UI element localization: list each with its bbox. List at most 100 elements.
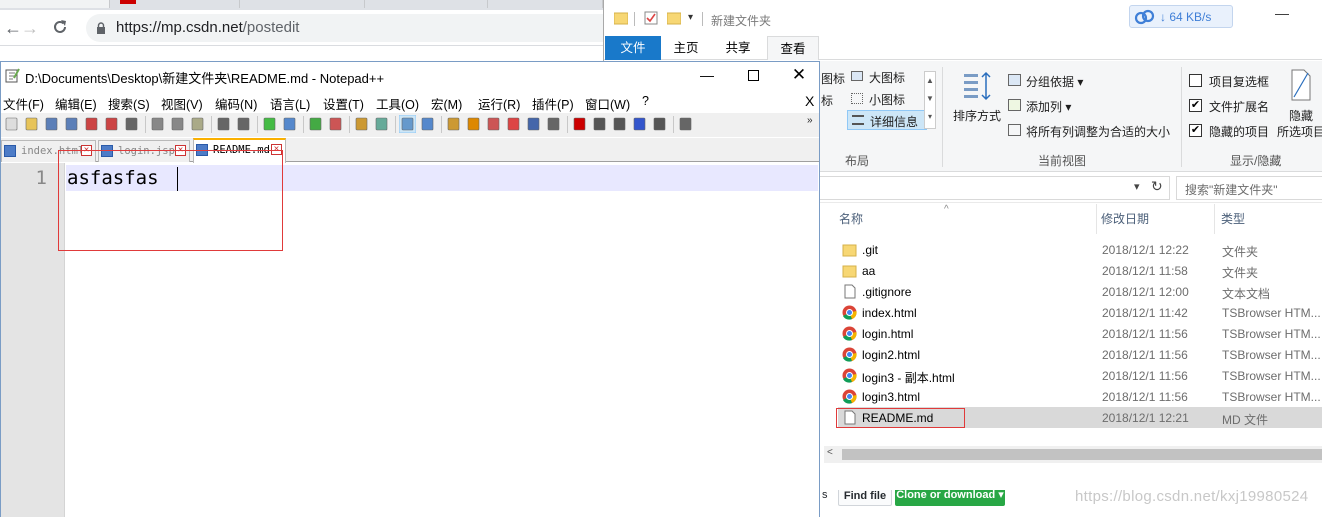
save-all-icon[interactable]	[63, 115, 80, 133]
list-item[interactable]: .git 2018/12/1 12:22 文件夹	[838, 239, 1322, 260]
maximize-button[interactable]	[730, 62, 776, 90]
spell-check-icon[interactable]	[677, 115, 694, 133]
minimize-button[interactable]: —	[684, 62, 730, 90]
scrollbar-thumb[interactable]	[842, 449, 1322, 460]
find-icon[interactable]	[261, 115, 278, 133]
show-all-chars-icon[interactable]	[419, 115, 436, 133]
list-item[interactable]: index.html 2018/12/1 11:42 TSBrowser HTM..…	[838, 302, 1322, 323]
file-extensions-label: 文件扩展名	[1209, 100, 1270, 114]
hide-button[interactable]: 隐藏	[1289, 107, 1313, 124]
menu-language[interactable]: 语言(L)	[270, 94, 310, 113]
close-button[interactable]: ✕	[776, 62, 822, 90]
file-date: 2018/12/1 11:56	[1102, 369, 1188, 383]
layout-scroll[interactable]: ▲ ▼ ▾	[924, 71, 936, 129]
indent-guide-icon[interactable]	[445, 115, 462, 133]
sort-by-button[interactable]: 排序方式	[953, 107, 1001, 124]
browser-tab[interactable]	[0, 0, 110, 8]
replace-icon[interactable]	[281, 115, 298, 133]
properties-icon[interactable]	[644, 11, 658, 25]
record-macro-icon[interactable]	[571, 115, 588, 133]
menu-help[interactable]: ?	[642, 94, 649, 108]
print-icon[interactable]	[123, 115, 140, 133]
new-folder-icon[interactable]	[667, 11, 681, 25]
file-extensions-checkbox[interactable]: ✔	[1189, 99, 1202, 112]
menu-file[interactable]: 文件(F)	[3, 94, 44, 113]
list-item[interactable]: aa 2018/12/1 11:58 文件夹	[838, 260, 1322, 281]
file-type: TSBrowser HTM...	[1222, 369, 1321, 383]
browser-tab[interactable]	[491, 0, 603, 8]
close-all-icon[interactable]	[103, 115, 120, 133]
monitor-icon[interactable]	[545, 115, 562, 133]
tab-home[interactable]: 主页	[666, 36, 706, 60]
menu-edit[interactable]: 编辑(E)	[55, 94, 97, 113]
zoom-out-icon[interactable]	[327, 115, 344, 133]
language-icon[interactable]	[465, 115, 482, 133]
stop-macro-icon[interactable]	[591, 115, 608, 133]
menu-run[interactable]: 运行(R)	[478, 94, 520, 113]
menu-settings[interactable]: 设置(T)	[323, 94, 364, 113]
refresh-icon[interactable]: ↻	[1151, 178, 1163, 195]
item-checkboxes-checkbox[interactable]	[1189, 74, 1202, 87]
redo-icon[interactable]	[235, 115, 252, 133]
menu-encoding[interactable]: 编码(N)	[215, 94, 257, 113]
save-icon[interactable]	[43, 115, 60, 133]
list-item[interactable]: .gitignore 2018/12/1 12:00 文本文档	[838, 281, 1322, 302]
browser-tab[interactable]	[245, 0, 365, 8]
address-bar[interactable]: https://mp.csdn.net/postedit	[86, 14, 616, 42]
path-dropdown-icon[interactable]: ▾	[1134, 180, 1140, 193]
open-file-icon[interactable]	[23, 115, 40, 133]
qat-dropdown-icon[interactable]: ▾	[688, 12, 693, 23]
play-macro-icon[interactable]	[611, 115, 628, 133]
hidden-items-checkbox[interactable]: ✔	[1189, 124, 1202, 137]
list-item[interactable]: login3.html 2018/12/1 11:56 TSBrowser HTM.…	[838, 386, 1322, 407]
column-date[interactable]: 修改日期	[1101, 204, 1149, 234]
details-option[interactable]: 详细信息	[847, 110, 927, 130]
file-type: TSBrowser HTM...	[1222, 390, 1321, 404]
scroll-left-icon[interactable]: <	[827, 447, 833, 458]
close-document-icon[interactable]: X	[805, 93, 814, 109]
menu-tools[interactable]: 工具(O)	[376, 94, 419, 113]
menu-plugins[interactable]: 插件(P)	[532, 94, 574, 113]
menu-macro[interactable]: 宏(M)	[431, 94, 462, 113]
forward-icon[interactable]: →	[20, 18, 40, 38]
sync-horizontal-icon[interactable]	[373, 115, 390, 133]
hide-selected-icon[interactable]	[1289, 69, 1313, 101]
list-item[interactable]: login2.html 2018/12/1 11:56 TSBrowser HTM.…	[838, 344, 1322, 365]
column-type[interactable]: 类型	[1221, 204, 1245, 234]
browser-tab[interactable]	[368, 0, 488, 8]
function-list-icon[interactable]	[485, 115, 502, 133]
tab-view[interactable]: 查看	[767, 36, 819, 60]
doc-map-icon[interactable]	[525, 115, 542, 133]
undo-icon[interactable]	[215, 115, 232, 133]
line-number-gutter: 1	[1, 163, 65, 517]
toolbar-overflow-icon[interactable]: »	[807, 115, 824, 133]
list-item[interactable]: login.html 2018/12/1 11:56 TSBrowser HTM..…	[838, 323, 1322, 344]
copy-icon[interactable]	[169, 115, 186, 133]
layout-partial-medium[interactable]: 标	[821, 92, 833, 109]
menu-window[interactable]: 窗口(W)	[585, 94, 630, 113]
folder-workspace-icon[interactable]	[505, 115, 522, 133]
minimize-button[interactable]: —	[1259, 0, 1305, 28]
menu-search[interactable]: 搜索(S)	[108, 94, 150, 113]
save-macro-icon[interactable]	[651, 115, 668, 133]
run-macro-multiple-icon[interactable]	[631, 115, 648, 133]
tab-file[interactable]: 文件	[605, 36, 661, 60]
reload-icon[interactable]	[50, 18, 70, 38]
list-item[interactable]: login3 - 副本.html 2018/12/1 11:56 TSBrowser…	[838, 365, 1322, 386]
close-icon[interactable]	[83, 115, 100, 133]
menu-view[interactable]: 视图(V)	[161, 94, 203, 113]
zoom-in-icon[interactable]	[307, 115, 324, 133]
layout-group-label: 布局	[845, 154, 870, 168]
cut-icon[interactable]	[149, 115, 166, 133]
tab-share[interactable]: 共享	[718, 36, 758, 60]
new-file-icon[interactable]	[3, 115, 20, 133]
browser-tab[interactable]	[120, 0, 240, 8]
paste-icon[interactable]	[189, 115, 206, 133]
horizontal-scrollbar[interactable]: <	[824, 446, 1322, 463]
search-input[interactable]: 搜索"新建文件夹"	[1176, 176, 1322, 200]
column-name[interactable]: 名称	[839, 204, 863, 234]
sort-icon[interactable]	[962, 71, 994, 101]
word-wrap-icon[interactable]	[398, 114, 417, 134]
sync-vertical-icon[interactable]	[353, 115, 370, 133]
layout-partial-large[interactable]: 图标	[821, 70, 845, 87]
